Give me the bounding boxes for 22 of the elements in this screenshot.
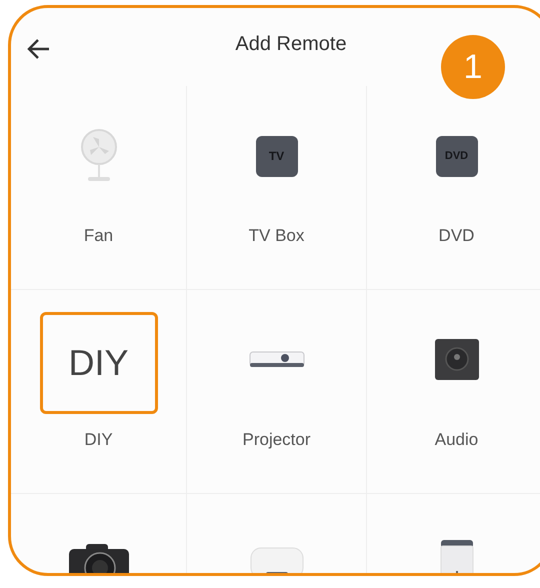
back-arrow-icon[interactable] (27, 38, 51, 60)
device-label: Audio (434, 430, 478, 450)
diy-icon: DIY (40, 312, 158, 414)
heater-icon (250, 547, 304, 573)
device-label: TV Box (248, 226, 304, 246)
device-tile[interactable]: DIY DIY (11, 290, 187, 494)
device-tile[interactable]: Audio (367, 290, 540, 494)
camera-icon (68, 542, 130, 573)
step-badge: 1 (441, 35, 505, 99)
fan-icon (78, 129, 118, 183)
device-tile[interactable]: TV TV Box (187, 86, 367, 290)
speaker-icon (434, 338, 480, 382)
device-tile[interactable]: Fan (11, 86, 187, 290)
tv-box-icon: TV (256, 136, 298, 176)
projector-icon (248, 350, 304, 370)
device-tile[interactable]: Projector (187, 290, 367, 494)
device-label: DVD (438, 226, 474, 246)
screen-title: Add Remote (235, 32, 347, 56)
device-label: Fan (84, 226, 114, 246)
device-label: Projector (242, 430, 311, 450)
dvd-player-icon: DVD (436, 136, 478, 176)
device-label: DIY (84, 430, 113, 450)
